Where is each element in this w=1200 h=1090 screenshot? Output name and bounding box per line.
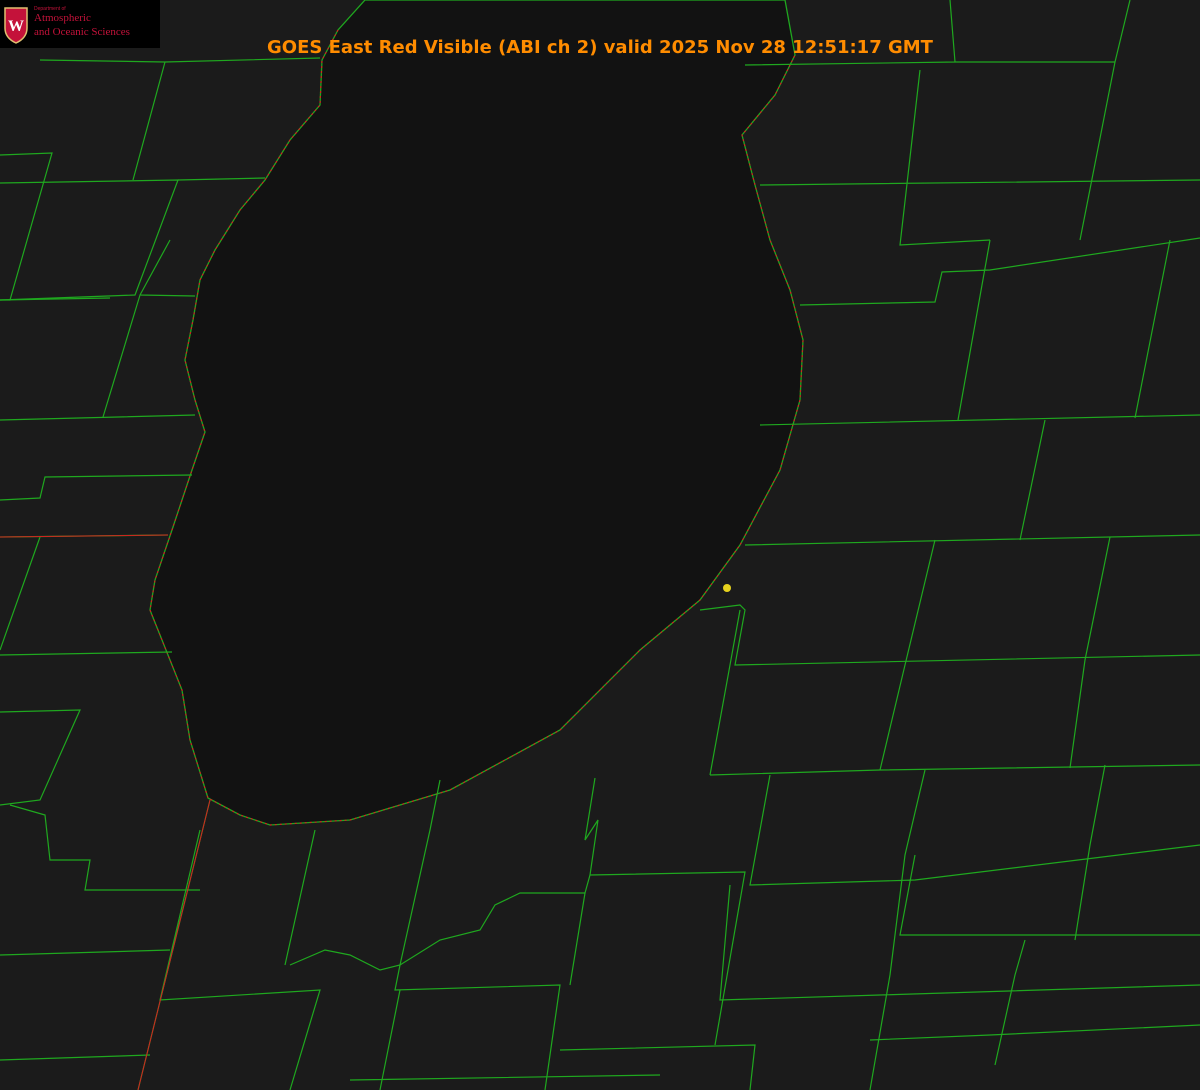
location-marker (723, 584, 731, 592)
lake-michigan (149, 0, 804, 826)
svg-text:W: W (8, 18, 24, 35)
image-title: GOES East Red Visible (ABI ch 2) valid 2… (267, 37, 933, 58)
logo-line1: Atmospheric (34, 12, 91, 24)
map-layer (0, 0, 1200, 1090)
satellite-map[interactable]: W Department of Atmospheric and Oceanic … (0, 0, 1200, 1090)
